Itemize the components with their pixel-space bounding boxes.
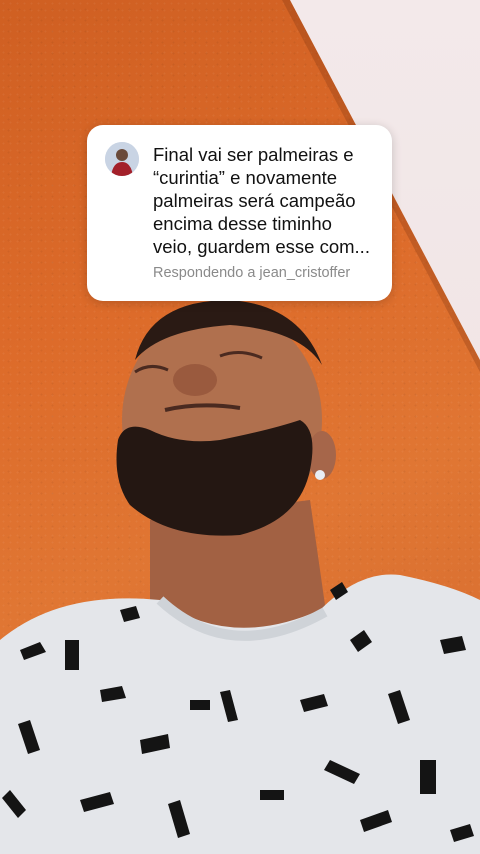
commenter-avatar (105, 142, 139, 176)
question-reply-card[interactable]: Final vai ser palmeiras e “curintia” e n… (87, 125, 392, 301)
question-text: Final vai ser palmeiras e “curintia” e n… (153, 144, 370, 257)
earring (315, 470, 325, 480)
reply-attribution: Respondendo a jean_cristoffer (153, 265, 351, 281)
